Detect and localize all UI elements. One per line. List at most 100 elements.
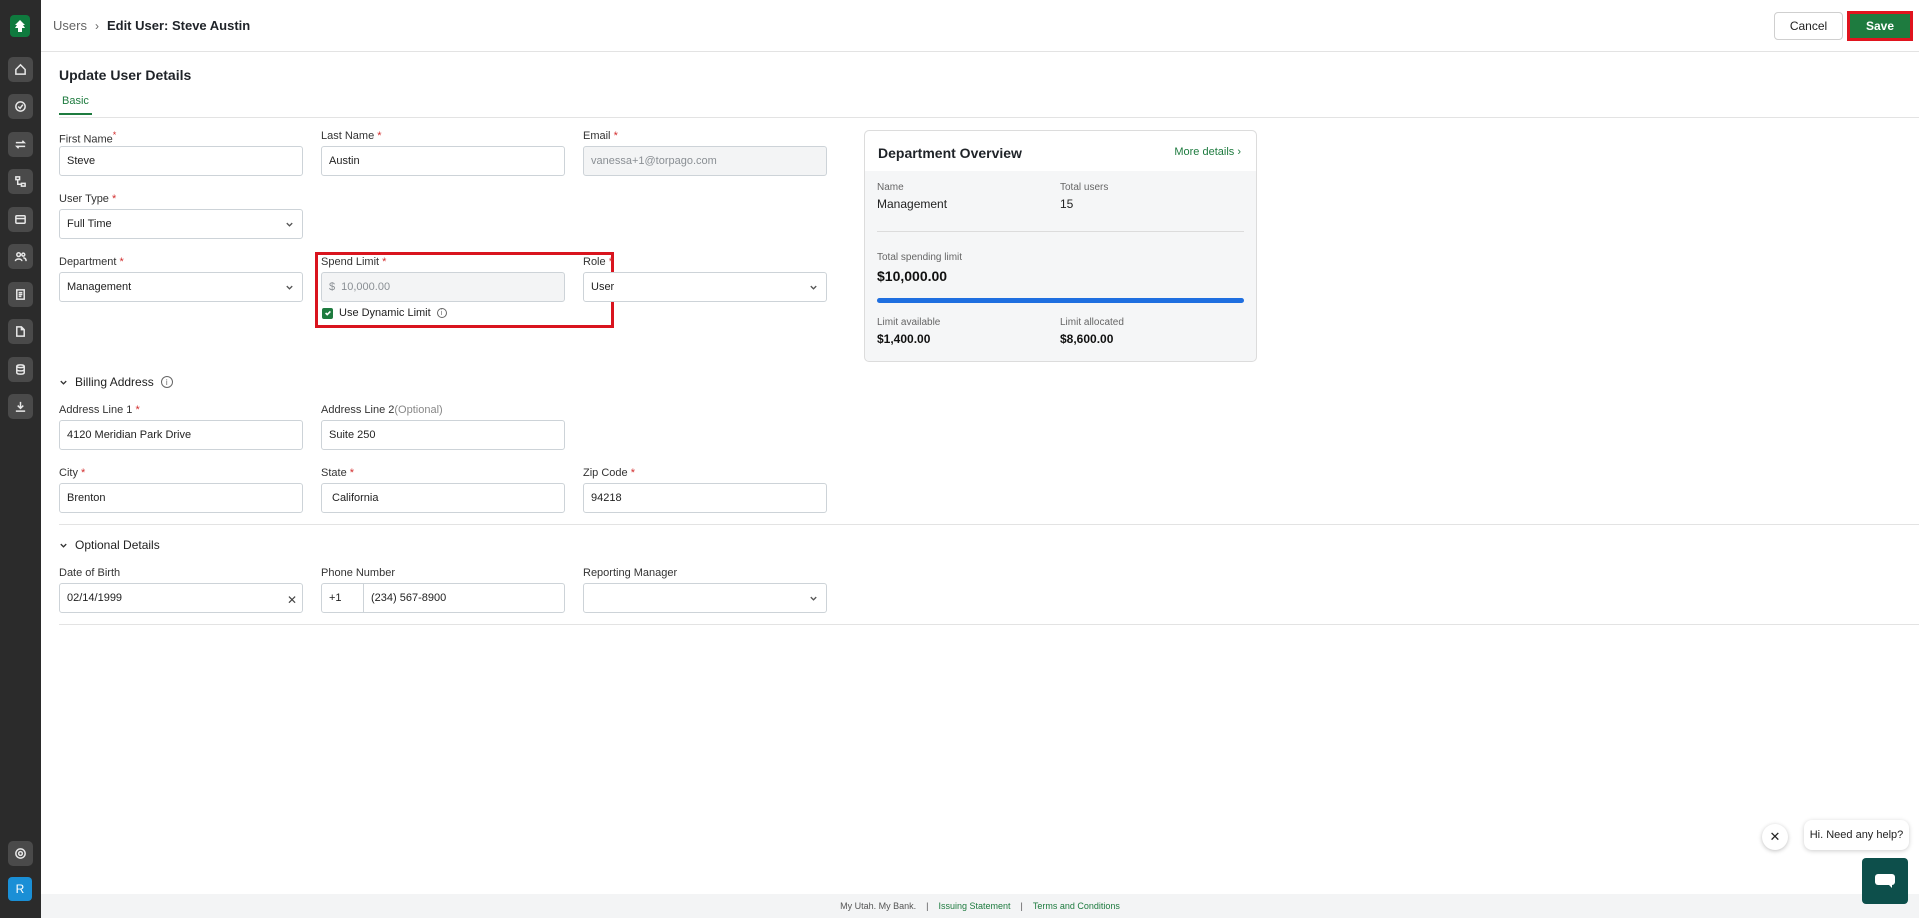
name-label: Name: [877, 182, 904, 193]
name-value: Management: [877, 197, 948, 211]
dynamic-limit-checkbox[interactable]: [322, 307, 333, 319]
total-spending-limit-value: $10,000.00: [877, 268, 948, 284]
role-label: Role: [583, 256, 606, 268]
optional-tag: (Optional): [394, 404, 443, 416]
info-icon[interactable]: i: [160, 376, 173, 388]
zip-code-label: Zip Code: [583, 467, 628, 479]
breadcrumb: Users › Edit User: Steve Austin: [53, 18, 250, 33]
last-name-input[interactable]: Austin: [321, 146, 565, 176]
cancel-button[interactable]: Cancel: [1774, 12, 1843, 40]
top-bar: Users › Edit User: Steve Austin Cancel S…: [41, 0, 1919, 52]
limit-progress-bar: [877, 298, 1244, 303]
country-code[interactable]: +1: [322, 584, 364, 612]
main-content: Users › Edit User: Steve Austin Cancel S…: [41, 0, 1919, 918]
page-title: Update User Details: [59, 67, 192, 83]
tab-divider: [59, 117, 1919, 118]
zip-code-field: Zip Code * 94218: [583, 467, 827, 513]
workflow-icon[interactable]: [8, 169, 33, 194]
date-of-birth-input[interactable]: 02/14/1999 ✕: [59, 583, 303, 613]
section-divider: [59, 624, 1919, 625]
dynamic-limit-label: Use Dynamic Limit: [339, 307, 431, 319]
chat-icon[interactable]: [1862, 858, 1908, 904]
state-label: State: [321, 467, 347, 479]
address-line-2-field: Address Line 2(Optional) Suite 250: [321, 404, 565, 450]
issuing-statement-link[interactable]: Issuing Statement: [938, 901, 1010, 911]
address-line-1-field: Address Line 1 * 4120 Meridian Park Driv…: [59, 404, 303, 450]
section-divider: [59, 524, 1919, 525]
more-details-label: More details: [1174, 146, 1235, 158]
ledger-icon[interactable]: [8, 282, 33, 307]
users-icon[interactable]: [8, 244, 33, 269]
database-icon[interactable]: [8, 357, 33, 382]
state-input[interactable]: California: [321, 483, 565, 513]
email-input: vanessa+1@torpago.com: [583, 146, 827, 176]
info-icon[interactable]: i: [436, 308, 447, 318]
breadcrumb-current: Edit User: Steve Austin: [106, 18, 251, 33]
card-icon[interactable]: [8, 207, 33, 232]
city-input[interactable]: Brenton: [59, 483, 303, 513]
save-button[interactable]: Save: [1847, 11, 1913, 41]
total-users-label: Total users: [1060, 182, 1109, 193]
clear-icon[interactable]: ✕: [287, 593, 297, 607]
role-select[interactable]: User: [583, 272, 827, 302]
date-of-birth-value: 02/14/1999: [67, 592, 123, 604]
optional-details-title: Optional Details: [75, 538, 160, 552]
city-field: City * Brenton: [59, 467, 303, 513]
breadcrumb-separator-icon: ›: [94, 18, 99, 33]
user-type-label: User Type: [59, 193, 109, 205]
billing-address-toggle[interactable]: Billing Address i: [59, 375, 173, 389]
optional-details-toggle[interactable]: Optional Details: [59, 538, 160, 552]
department-label: Department: [59, 256, 117, 268]
document-icon[interactable]: [8, 319, 33, 344]
chevron-down-icon: [809, 283, 818, 292]
first-name-input[interactable]: Steve: [59, 146, 303, 176]
home-icon[interactable]: [8, 57, 33, 82]
zip-code-input[interactable]: 94218: [583, 483, 827, 513]
role-field: Role * User: [583, 256, 827, 302]
address-line-1-label: Address Line 1: [59, 404, 133, 416]
breadcrumb-users-link[interactable]: Users: [53, 18, 87, 33]
app-logo[interactable]: [10, 15, 30, 37]
department-select[interactable]: Management: [59, 272, 303, 302]
terms-link[interactable]: Terms and Conditions: [1033, 901, 1120, 911]
user-type-field: User Type * Full Time: [59, 193, 303, 239]
avatar[interactable]: R: [8, 877, 32, 901]
close-icon[interactable]: ✕: [1762, 824, 1788, 850]
department-field: Department * Management: [59, 256, 303, 302]
spend-limit-field: Spend Limit * $ 10,000.00: [321, 256, 565, 302]
footer: My Utah. My Bank. | Issuing Statement | …: [41, 894, 1919, 918]
more-details-link[interactable]: More details ›: [1174, 146, 1241, 158]
address-line-2-label: Address Line 2: [321, 404, 395, 416]
address-line-2-input[interactable]: Suite 250: [321, 420, 565, 450]
first-name-field: First Name* Steve: [59, 130, 303, 176]
download-icon[interactable]: [8, 394, 33, 419]
city-label: City: [59, 467, 78, 479]
user-type-select[interactable]: Full Time: [59, 209, 303, 239]
limit-progress-fill: [877, 298, 1244, 303]
reporting-manager-label: Reporting Manager: [583, 567, 678, 579]
email-field: Email * vanessa+1@torpago.com: [583, 130, 827, 176]
last-name-label: Last Name: [321, 130, 375, 142]
overview-title: Department Overview: [878, 145, 1022, 161]
chevron-down-icon: [285, 283, 294, 292]
check-circle-icon[interactable]: [8, 94, 33, 119]
footer-tagline: My Utah. My Bank.: [840, 901, 917, 911]
limit-available-value: $1,400.00: [877, 332, 931, 346]
transfer-icon[interactable]: [8, 132, 33, 157]
total-spending-limit-label: Total spending limit: [877, 252, 963, 263]
billing-address-title: Billing Address: [75, 375, 154, 389]
chevron-down-icon: [809, 594, 818, 603]
address-line-1-input[interactable]: 4120 Meridian Park Drive: [59, 420, 303, 450]
tab-basic[interactable]: Basic: [59, 95, 92, 115]
reporting-manager-select[interactable]: [583, 583, 827, 613]
date-of-birth-label: Date of Birth: [59, 567, 121, 579]
help-bubble[interactable]: Hi. Need any help?: [1804, 820, 1909, 850]
state-field: State * California: [321, 467, 565, 513]
phone-number-input[interactable]: +1 (234) 567-8900: [321, 583, 565, 613]
first-name-label: First Name: [59, 133, 113, 146]
spend-limit-input: $ 10,000.00: [321, 272, 565, 302]
spend-limit-label: Spend Limit: [321, 256, 380, 268]
overview-divider: [877, 231, 1244, 232]
settings-icon[interactable]: [8, 841, 33, 866]
user-type-value: Full Time: [67, 218, 112, 230]
